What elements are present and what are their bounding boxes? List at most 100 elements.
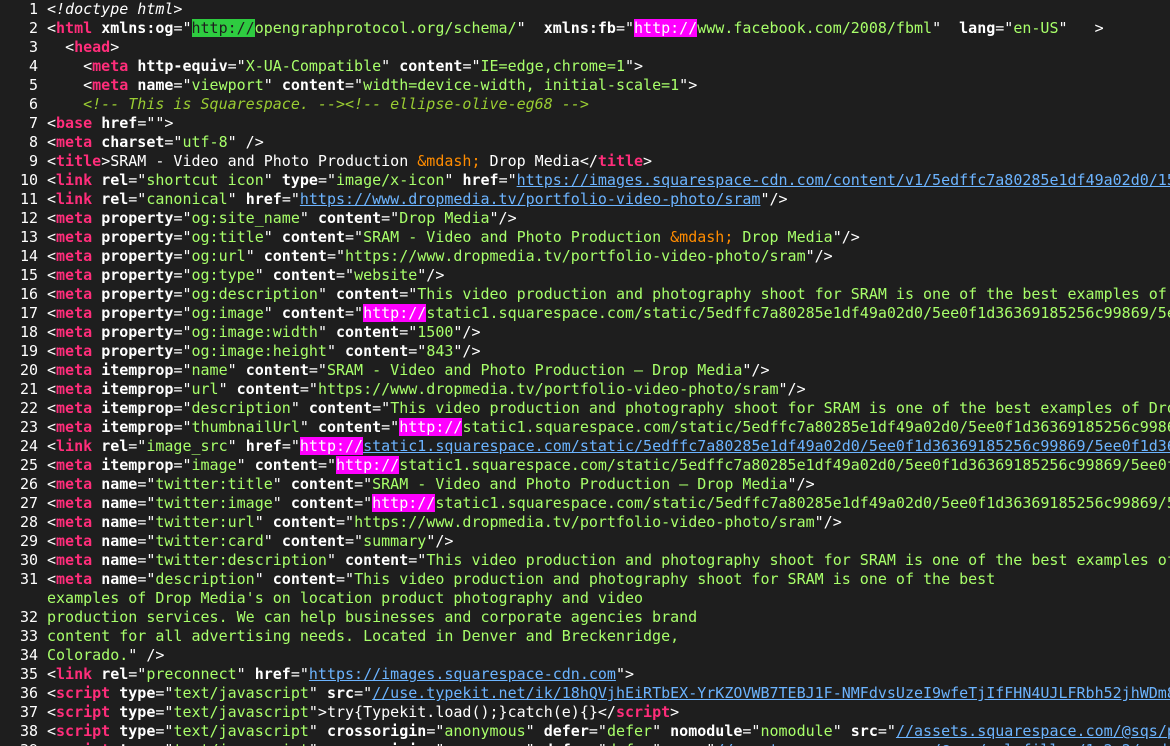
punctuation: =" — [173, 285, 192, 303]
source-link[interactable]: https://images.squarespace-cdn.com/conte… — [517, 171, 1170, 189]
source-link[interactable]: //assets.squarespace.com/@sqs/po — [896, 722, 1170, 740]
comment: <!-- This is Squarespace. --><!-- ellips… — [83, 95, 589, 113]
text — [92, 114, 101, 132]
attribute-name: property — [101, 342, 174, 360]
line-content: <meta property="og:title" content="SRAM … — [47, 228, 860, 247]
attribute-name: href — [254, 665, 291, 683]
line-number: 39 — [0, 741, 38, 746]
source-link[interactable]: static1.squarespace.com/static/5edffc7a8… — [363, 437, 1170, 455]
attribute-value: defer — [607, 741, 652, 746]
line-content: production services. We can help busines… — [47, 608, 697, 627]
punctuation: =" — [326, 247, 346, 265]
line-number: 9 — [28, 152, 38, 170]
line-number: 28 — [19, 513, 38, 531]
attribute-name: content — [254, 456, 318, 474]
line-number: 34 — [19, 646, 38, 664]
text — [92, 228, 101, 246]
line-number: 32 — [19, 608, 38, 626]
line-content: <script type="text/javascript" crossorig… — [47, 741, 1167, 746]
line-number: 25 — [19, 456, 38, 474]
text — [92, 323, 101, 341]
line-number: 20 — [19, 361, 38, 379]
tag-name: meta — [56, 342, 93, 360]
attribute-value: og:image — [191, 304, 264, 322]
attribute-value: twitter:url — [155, 513, 255, 531]
punctuation: < — [47, 741, 56, 746]
punctuation: =" — [137, 513, 156, 531]
tag-name: link — [56, 190, 93, 208]
attribute-value: www.facebook.com/2008/fbml — [697, 19, 933, 37]
attribute-name: itemprop — [101, 456, 174, 474]
attribute-name: rel — [101, 437, 129, 455]
code-line: 5 <meta name="viewport" content="width=d… — [0, 76, 1170, 95]
line-content: <meta itemprop="image" content="http://s… — [47, 456, 1170, 475]
attribute-value: SRAM - Video and Photo Production — Drop… — [326, 361, 743, 379]
punctuation: < — [47, 190, 57, 208]
line-content: <link rel="canonical" href="https://www.… — [47, 190, 788, 209]
source-link[interactable]: //assets.squarespace.com/@sqs/polyfiller… — [715, 741, 1167, 746]
code-line: 35 <link rel="preconnect" href="https://i… — [0, 665, 1170, 684]
punctuation: =" — [995, 19, 1014, 37]
attribute-name: property — [101, 228, 174, 246]
tag-name: meta — [56, 399, 93, 417]
punctuation: "/> — [453, 323, 481, 341]
tag-name: meta — [56, 304, 93, 322]
line-content: <link rel="preconnect" href="https://ima… — [47, 665, 634, 684]
attribute-name: name — [101, 551, 138, 569]
line-content: <meta http-equiv="X-UA-Compatible" conte… — [47, 57, 643, 76]
attribute-value: static1.squarespace.com/static/5edffc7a8… — [426, 304, 1170, 322]
source-code-viewer[interactable]: 1 <!doctype html> 2 <html xmlns:og="http://… — [0, 0, 1170, 746]
tag-name: meta — [92, 57, 129, 75]
text — [92, 304, 101, 322]
punctuation: " — [526, 741, 544, 746]
code-line: 34 Colorado." /> — [0, 646, 1170, 665]
punctuation: "> — [615, 665, 635, 683]
punctuation: =" — [336, 513, 355, 531]
tag-name: script — [56, 703, 111, 721]
punctuation: =" — [173, 342, 192, 360]
line-number: 6 — [28, 95, 38, 113]
highlighted-protocol: http:// — [191, 19, 255, 37]
attribute-value: twitter:image — [155, 494, 273, 512]
line-content: <meta itemprop="url" content="https://ww… — [47, 380, 806, 399]
tag-name: meta — [56, 570, 93, 588]
punctuation: " — [263, 171, 282, 189]
line-number: 12 — [19, 209, 38, 227]
punctuation: " /> — [227, 133, 264, 151]
punctuation: =" — [615, 19, 635, 37]
punctuation: "/> — [426, 532, 454, 550]
punctuation: " — [516, 19, 526, 37]
tag-name: meta — [56, 266, 93, 284]
source-link[interactable]: //use.typekit.net/ik/18hQVjhEiRTbEX-YrKZ… — [372, 684, 1170, 702]
highlighted-protocol: http:// — [363, 304, 427, 322]
attribute-name: property — [101, 209, 174, 227]
line-content: <link rel="shortcut icon" type="image/x-… — [47, 171, 1170, 190]
punctuation: " — [254, 513, 273, 531]
text — [92, 342, 101, 360]
tag-name: head — [74, 38, 111, 56]
code-line: 22 <meta itemprop="description" content="… — [0, 399, 1170, 418]
punctuation: " — [227, 190, 246, 208]
punctuation: =" — [345, 304, 364, 322]
attribute-name: xmlns:fb — [543, 19, 616, 37]
source-link[interactable]: https://www.dropmedia.tv/portfolio-video… — [300, 190, 761, 208]
attribute-value: X-UA-Compatible — [245, 57, 382, 75]
line-content: Colorado." /> — [47, 646, 164, 665]
highlighted-protocol: http:// — [372, 494, 436, 512]
punctuation: " — [317, 323, 336, 341]
line-content: <meta name="twitter:image" content="http… — [47, 494, 1170, 513]
attribute-name: content — [290, 494, 355, 512]
line-number: 17 — [19, 304, 38, 322]
punctuation: "/> — [489, 209, 517, 227]
punctuation: =" — [155, 722, 174, 740]
punctuation: "/> — [832, 228, 860, 246]
punctuation: =" — [164, 133, 183, 151]
attribute-value: width=device-width, initial-scale=1 — [363, 76, 680, 94]
text — [92, 551, 101, 569]
punctuation: =" — [408, 342, 427, 360]
punctuation: " — [308, 684, 327, 702]
source-link[interactable]: https://images.squarespace-cdn.com — [309, 665, 616, 683]
punctuation: "/> — [787, 475, 815, 493]
tag-name: meta — [56, 247, 93, 265]
attribute-name: name — [101, 494, 138, 512]
